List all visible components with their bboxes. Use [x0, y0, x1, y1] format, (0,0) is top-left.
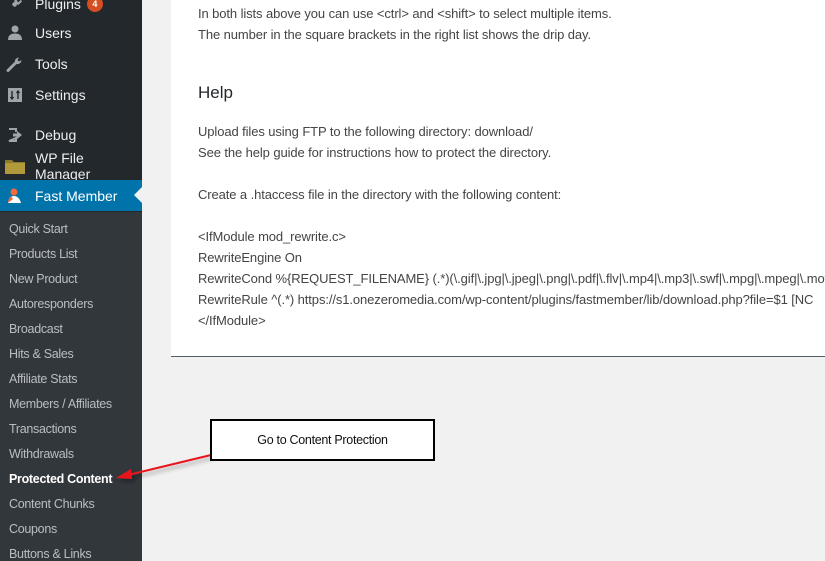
submenu-autoresponders[interactable]: Autoresponders	[9, 297, 93, 311]
menu-item-label: Debug	[35, 126, 77, 143]
submenu-quick-start[interactable]: Quick Start	[9, 222, 68, 236]
menu-item-label: Fast Member	[35, 187, 118, 204]
htaccess-line: RewriteEngine On	[198, 250, 302, 265]
menu-item-label: WP File Manager	[35, 149, 91, 182]
folder-icon	[5, 156, 25, 176]
menu-item-tools[interactable]: Tools	[0, 48, 142, 79]
submenu-withdrawals[interactable]: Withdrawals	[9, 447, 74, 461]
help-heading: Help	[198, 83, 233, 102]
content-panel: In both lists above you can use <ctrl> a…	[171, 0, 825, 357]
menu-item-label: Tools	[35, 55, 68, 72]
menu-item-users[interactable]: Users	[0, 17, 142, 48]
submenu-hits-sales[interactable]: Hits & Sales	[9, 347, 74, 361]
intro-line: The number in the square brackets in the…	[198, 27, 591, 42]
fast-member-icon	[5, 186, 25, 206]
submenu-new-product[interactable]: New Product	[9, 272, 78, 286]
fast-member-submenu: Quick Start Products List New Product Au…	[0, 212, 142, 561]
settings-icon	[5, 85, 25, 105]
submenu-coupons[interactable]: Coupons	[9, 522, 57, 536]
submenu-products-list[interactable]: Products List	[9, 247, 78, 261]
submenu-protected-content[interactable]: Protected Content	[9, 472, 113, 486]
help-line: Create a .htaccess file in the directory…	[198, 187, 562, 202]
submenu-buttons-links[interactable]: Buttons & Links	[9, 547, 92, 561]
menu-item-fast-member[interactable]: Fast Member	[0, 180, 142, 211]
submenu-transactions[interactable]: Transactions	[9, 422, 77, 436]
menu-item-label: Plugins	[35, 0, 81, 12]
menu-item-label: Settings	[35, 86, 86, 103]
update-count-badge: 4	[86, 0, 103, 12]
menu-item-label: Users	[35, 24, 72, 41]
active-indicator	[134, 187, 142, 203]
admin-sidebar: Plugins 4 Users Tools Settings Debug WP …	[0, 0, 142, 561]
submenu-members-affiliates[interactable]: Members / Affiliates	[9, 397, 112, 411]
intro-line: In both lists above you can use <ctrl> a…	[198, 6, 612, 21]
menu-item-settings[interactable]: Settings	[0, 79, 142, 110]
submenu-broadcast[interactable]: Broadcast	[9, 322, 63, 336]
htaccess-line: <IfModule mod_rewrite.c>	[198, 229, 346, 244]
htaccess-line: RewriteRule ^(.*) https://s1.onezeromedi…	[198, 292, 814, 307]
submenu-content-chunks[interactable]: Content Chunks	[9, 497, 95, 511]
submenu-affiliate-stats[interactable]: Affiliate Stats	[9, 372, 78, 386]
callout-text: Go to Content Protection	[257, 433, 388, 447]
users-icon	[5, 23, 25, 43]
menu-item-debug[interactable]: Debug	[0, 119, 142, 150]
menu-item-wp-file-manager[interactable]: WP File Manager	[0, 149, 142, 182]
plugins-icon	[5, 0, 25, 14]
callout-box: Go to Content Protection	[210, 419, 435, 461]
tools-icon	[5, 54, 25, 74]
htaccess-line: </IfModule>	[198, 313, 266, 328]
htaccess-line: RewriteCond %{REQUEST_FILENAME} (.*)(\.g…	[198, 271, 825, 286]
help-line: Upload files using FTP to the following …	[198, 124, 533, 139]
debug-icon	[5, 125, 25, 145]
help-line: See the help guide for instructions how …	[198, 145, 552, 160]
